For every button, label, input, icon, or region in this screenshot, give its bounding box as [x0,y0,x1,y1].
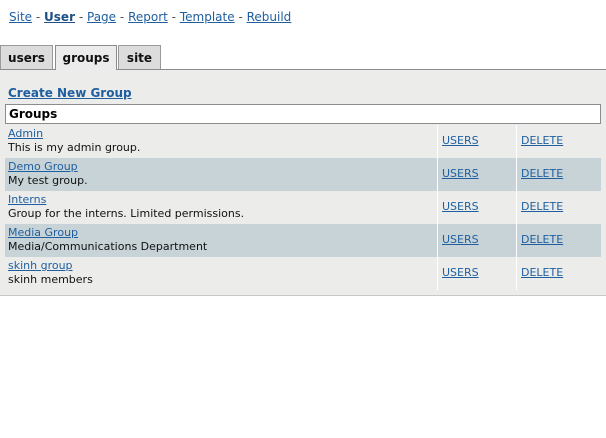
group-name-link[interactable]: Demo Group [8,160,78,173]
nav-page-link[interactable]: Page [87,10,116,24]
nav-rebuild-link[interactable]: Rebuild [247,10,292,24]
column-divider [437,158,438,191]
group-description: Media/Communications Department [8,240,208,253]
delete-link[interactable]: DELETE [521,167,563,180]
table-row: Demo Group My test group. USERS DELETE [5,158,601,191]
users-link[interactable]: USERS [442,167,479,180]
column-divider [516,191,517,224]
group-description: Group for the interns. Limited permissio… [8,207,245,220]
column-divider [516,257,517,290]
tab-bar: users groups site [0,45,606,70]
group-description: This is my admin group. [8,141,141,154]
nav-user-link[interactable]: User [44,10,75,24]
delete-link[interactable]: DELETE [521,134,563,147]
column-divider [437,191,438,224]
group-name-link[interactable]: Interns [8,193,46,206]
column-divider [516,224,517,257]
nav-separator: - [238,10,243,24]
group-name-link[interactable]: Media Group [8,226,78,239]
table-row: skinh group skinh members USERS DELETE [5,257,601,290]
users-link[interactable]: USERS [442,134,479,147]
tab-site[interactable]: site [118,45,161,69]
users-link[interactable]: USERS [442,266,479,279]
delete-link[interactable]: DELETE [521,233,563,246]
create-group-link[interactable]: Create New Group [8,86,132,100]
nav-template-link[interactable]: Template [180,10,235,24]
column-divider [516,125,517,158]
nav-separator: - [35,10,41,24]
column-divider [437,224,438,257]
nav-site-link[interactable]: Site [9,10,32,24]
table-row: Admin This is my admin group. USERS DELE… [5,125,601,158]
nav-separator: - [171,10,177,24]
delete-link[interactable]: DELETE [521,200,563,213]
tab-groups[interactable]: groups [55,45,117,70]
group-description: My test group. [8,174,88,187]
top-navigation: Site - User - Page - Report - Template -… [9,10,291,24]
delete-link[interactable]: DELETE [521,266,563,279]
groups-table-header: Groups [5,104,601,124]
tab-users[interactable]: users [0,45,53,69]
users-link[interactable]: USERS [442,233,479,246]
nav-separator: - [78,10,84,24]
group-name-link[interactable]: skinh group [8,259,73,272]
group-description: skinh members [8,273,93,286]
users-link[interactable]: USERS [442,200,479,213]
column-divider [437,125,438,158]
group-name-link[interactable]: Admin [8,127,43,140]
column-divider [437,257,438,290]
nav-separator: - [119,10,125,24]
nav-report-link[interactable]: Report [128,10,168,24]
table-row: Media Group Media/Communications Departm… [5,224,601,257]
table-row: Interns Group for the interns. Limited p… [5,191,601,224]
column-divider [516,158,517,191]
